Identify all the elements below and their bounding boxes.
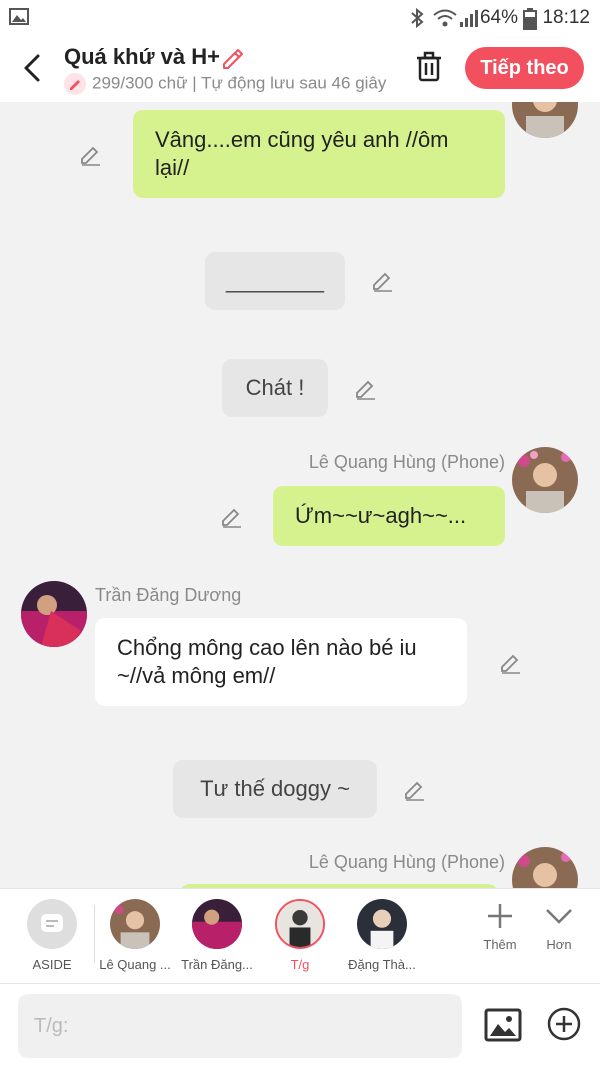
- battery-icon: [523, 8, 537, 30]
- add-character-button[interactable]: Thêm: [475, 899, 525, 952]
- aside-icon: [27, 899, 77, 949]
- gallery-notification-icon: [9, 8, 29, 25]
- signal-icon: [460, 10, 478, 27]
- avatar-tran-dang-duong[interactable]: [21, 581, 87, 647]
- message-bubble[interactable]: Vâng....em cũng yêu anh //ôm lại//: [133, 110, 505, 198]
- battery-percent: 64%: [479, 7, 518, 28]
- plus-icon: [488, 904, 512, 928]
- expand-characters-button[interactable]: Hơn: [534, 899, 584, 952]
- add-character-label: Thêm: [483, 937, 517, 952]
- avatar-le-quang-hung[interactable]: [512, 447, 578, 513]
- character-dang-thanh[interactable]: Đặng Thà...: [342, 899, 422, 972]
- edit-message-icon[interactable]: [498, 650, 522, 674]
- status-bar: 64% 18:12: [0, 0, 600, 36]
- bluetooth-icon: [411, 8, 424, 28]
- word-count-status: 299/300 chữ | Tự động lưu sau 46 giây: [64, 73, 394, 97]
- word-count-text: 299/300 chữ | Tự động lưu sau 46 giây: [92, 73, 387, 93]
- message-input[interactable]: [18, 994, 462, 1058]
- edit-message-icon[interactable]: [78, 142, 102, 166]
- edit-title-icon[interactable]: [220, 44, 246, 70]
- character-tg[interactable]: T/g: [260, 899, 340, 972]
- chevron-down-icon: [546, 909, 572, 924]
- app-header: Quá khứ và H+ 299/300 chữ | Tự động lưu …: [0, 36, 600, 102]
- character-label: Đặng Thà...: [348, 957, 416, 972]
- avatar-le-quang-hung[interactable]: [512, 847, 578, 888]
- character-label: Trần Đăng...: [181, 957, 253, 972]
- character-aside[interactable]: ASIDE: [12, 899, 92, 972]
- edit-message-icon[interactable]: [353, 376, 377, 400]
- narration-bubble[interactable]: Chát !: [222, 359, 328, 417]
- message-bubble[interactable]: Ứm~~ư~agh~~...: [273, 486, 505, 546]
- character-label: Lê Quang ...: [99, 957, 171, 972]
- expand-label: Hơn: [546, 937, 572, 952]
- message-bubble[interactable]: Chổng mông cao lên nào bé iu ~//vả mông …: [95, 618, 467, 706]
- narration-bubble[interactable]: ________: [205, 252, 345, 310]
- story-title: Quá khứ và H+: [64, 44, 220, 69]
- edit-message-icon[interactable]: [219, 504, 243, 528]
- narration-bubble[interactable]: Tư thế doggy ~: [173, 760, 377, 818]
- character-selector: ASIDE Lê Quang ... Trần Đăng... T/g Đặng…: [0, 888, 600, 984]
- wifi-icon: [433, 9, 457, 27]
- avatar: [275, 899, 325, 949]
- trash-icon[interactable]: [414, 50, 444, 84]
- back-icon[interactable]: [18, 50, 48, 86]
- character-label: T/g: [290, 957, 310, 972]
- character-le-quang-hung[interactable]: Lê Quang ...: [95, 899, 175, 972]
- speaker-name: Lê Quang Hùng (Phone): [308, 452, 505, 472]
- speaker-name: Trần Đăng Dương: [95, 585, 242, 605]
- add-circle-icon[interactable]: [546, 1006, 582, 1042]
- avatar: [192, 899, 242, 949]
- next-button[interactable]: Tiếp theo: [465, 47, 584, 89]
- input-bar: [0, 983, 600, 1068]
- pencil-badge-icon: [64, 73, 86, 95]
- avatar: [357, 899, 407, 949]
- edit-message-icon[interactable]: [370, 268, 394, 292]
- speaker-name: Lê Quang Hùng (Phone): [308, 852, 505, 872]
- avatar-le-quang-hung[interactable]: [512, 102, 578, 138]
- chat-area[interactable]: Vâng....em cũng yêu anh //ôm lại// _____…: [0, 102, 600, 888]
- avatar: [110, 899, 160, 949]
- character-label: ASIDE: [32, 957, 72, 972]
- clock: 18:12: [542, 7, 590, 28]
- character-tran-dang-duong[interactable]: Trần Đăng...: [177, 899, 257, 972]
- edit-message-icon[interactable]: [402, 777, 426, 801]
- image-icon[interactable]: [484, 1006, 522, 1044]
